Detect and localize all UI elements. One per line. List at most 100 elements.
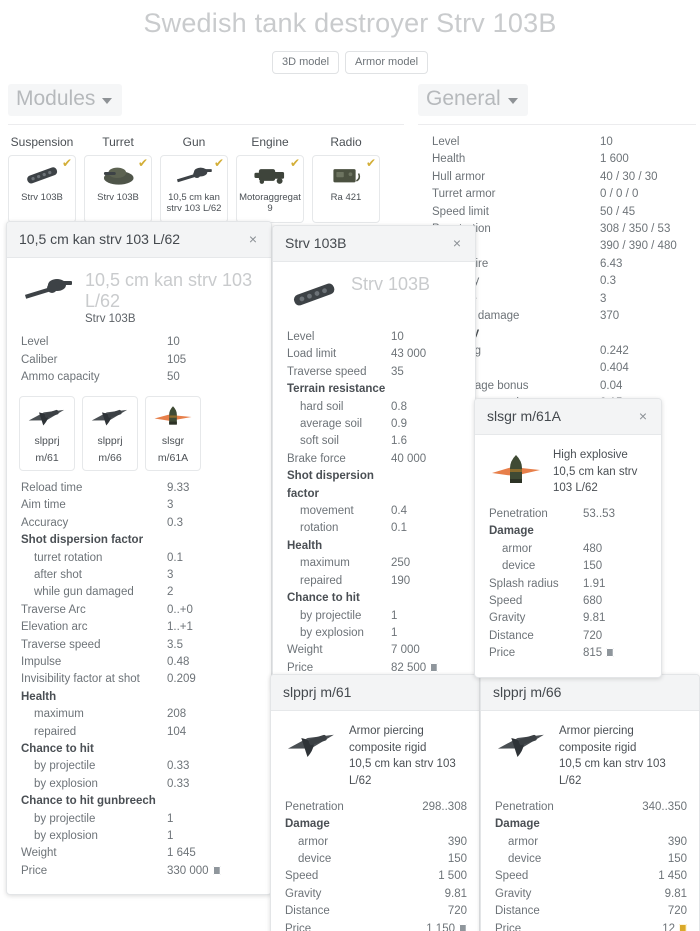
stat-label: soft soil [300,435,339,448]
close-icon[interactable]: × [247,232,259,246]
general-dropdown[interactable]: General [418,84,528,116]
stat-value: 0.1 [391,522,407,535]
stat-label: Level [21,336,49,349]
module-card-radio[interactable]: ✔ Ra 421 [312,155,380,223]
stat-label: Chance to hit [21,743,94,756]
stat-value: 1 [391,609,398,622]
gun-stat-list-top: Level 10 Caliber 105 Ammo capacity 50 [19,334,259,386]
stat-row: Damage [493,816,687,833]
turret-hero: Strv 103B [285,272,463,320]
stat-value: 480 [583,542,603,555]
stat-value: 0 / 0 / 0 [600,188,639,201]
stat-label: armor [502,542,533,555]
stat-value [391,468,463,503]
stat-label: while gun damaged [34,586,134,599]
window-he-shell[interactable]: slsgr m/61A × High explosive 10,5 cm kan… [474,398,662,678]
window-he-shell-title: slsgr m/61A [487,408,561,424]
stat-label: Speed [489,595,523,608]
stat-value: 10 [167,336,180,349]
ap-shell-icon [85,403,135,431]
stat-row: Gravity 9.81 [283,886,467,903]
stat-row: repaired 190 [285,573,463,590]
stat-value [583,523,649,540]
modules-dropdown[interactable]: Modules [8,84,123,116]
window-ap-shell-66-title: slpprj m/66 [493,684,562,700]
shell-name-line1: slsgr [161,434,185,447]
window-ap-shell-61[interactable]: slpprj m/61 Armor piercing composite rig… [270,674,480,931]
ap-shell-61-price-label: Price [285,922,312,931]
stat-label: average soil [300,418,363,431]
module-name: 10,5 cm kan strv 103 L/62 [166,192,222,214]
stat-row: Penetration 53..53 [487,506,649,523]
stat-row: maximum 208 [19,706,259,723]
stat-row: Chance to hit [285,590,463,607]
stat-value: 3.5 [167,638,183,651]
module-card-engine[interactable]: ✔ Motoraggregat 9 [236,155,304,223]
module-slot-suspension: Suspension ✔ Strv 103B [8,135,76,223]
stat-row: Damage [487,523,649,540]
module-card-turret[interactable]: ✔ Strv 103B [84,155,152,223]
window-turret[interactable]: Strv 103B × Strv 103B Level 10 Load limi… [272,225,476,693]
stat-label: Traverse speed [287,365,367,378]
he-shell-stat-list: Penetration 53..53 Damage armor 480 device 150… [487,506,649,645]
chevron-down-icon [507,98,518,104]
3d-model-button[interactable]: 3D model [271,51,340,74]
stat-value: 680 [583,595,603,608]
close-icon[interactable]: × [451,236,463,250]
stat-row: repaired 104 [19,724,259,741]
shell-card[interactable]: slsgr m/61A [145,395,201,471]
stat-value: 0.242 [600,344,629,357]
ap-shell-61-stat-list: Penetration 298..308 Damage armor 390 device 1… [283,799,467,921]
stat-label: Health [432,153,466,166]
window-gun-titlebar[interactable]: 10,5 cm kan strv 103 L/62 × [7,222,271,258]
silver-coin-icon [459,923,467,931]
stat-row: Shot dispersion factor [285,468,463,503]
window-ap-shell-66[interactable]: slpprj m/66 Armor piercing composite rig… [480,674,700,931]
ap-shell-icon [493,721,551,763]
stat-row: Distance 720 [493,903,687,920]
window-gun-title: 10,5 cm kan strv 103 L/62 [19,231,181,247]
stat-value: 190 [391,574,411,587]
stat-label: by projectile [300,609,362,622]
stat-row: average soil 0.9 [285,416,463,433]
stat-value [167,741,259,758]
close-icon[interactable]: × [637,409,649,423]
stat-value: 9.81 [444,887,467,900]
stat-value: 150 [583,560,603,573]
window-ap-shell-61-titlebar[interactable]: slpprj m/61 [271,675,479,711]
ap-shell-icon [283,721,341,763]
shell-card[interactable]: slpprj m/61 [19,395,75,471]
window-he-shell-titlebar[interactable]: slsgr m/61A × [475,399,661,435]
stat-row: Gravity 9.81 [487,610,649,627]
stat-label: Chance to hit [287,592,360,605]
stat-row: Distance 720 [283,903,467,920]
stat-row: Speed 680 [487,593,649,610]
stat-value: 40 / 30 / 30 [600,170,658,183]
window-ap-shell-66-titlebar[interactable]: slpprj m/66 [481,675,699,711]
stat-label: Splash radius [489,577,559,590]
turret-hero-title: Strv 103B [351,274,431,294]
stat-value [391,381,463,398]
window-turret-title: Strv 103B [285,235,347,251]
stat-label: repaired [300,574,343,587]
stat-value: 9.81 [664,887,687,900]
window-turret-body: Strv 103B Level 10 Load limit 43 000 Travers… [273,262,475,691]
checkmark-icon: ✔ [213,156,224,170]
stat-label: Gravity [285,887,322,900]
stat-row: Aim time 3 [19,497,259,514]
stat-row: Level 10 [418,134,696,151]
module-card-gun[interactable]: ✔ 10,5 cm kan strv 103 L/62 [160,155,228,223]
stat-value: 720 [583,629,603,642]
ap-shell-61-desc-line1: Armor piercing composite rigid [349,725,427,754]
armor-model-button[interactable]: Armor model [345,51,429,74]
stat-row: Penetration 340..350 [493,799,687,816]
stat-value: 7 000 [391,644,420,657]
stat-row: by explosion 1 [19,828,259,845]
window-turret-titlebar[interactable]: Strv 103B × [273,226,475,262]
stat-label: armor [298,835,329,848]
shell-card[interactable]: slpprj m/66 [82,395,138,471]
window-gun[interactable]: 10,5 cm kan strv 103 L/62 × 10,5 cm kan … [6,221,272,896]
stat-value: 35 [391,365,404,378]
stat-value: 250 [391,557,411,570]
module-card-suspension[interactable]: ✔ Strv 103B [8,155,76,223]
